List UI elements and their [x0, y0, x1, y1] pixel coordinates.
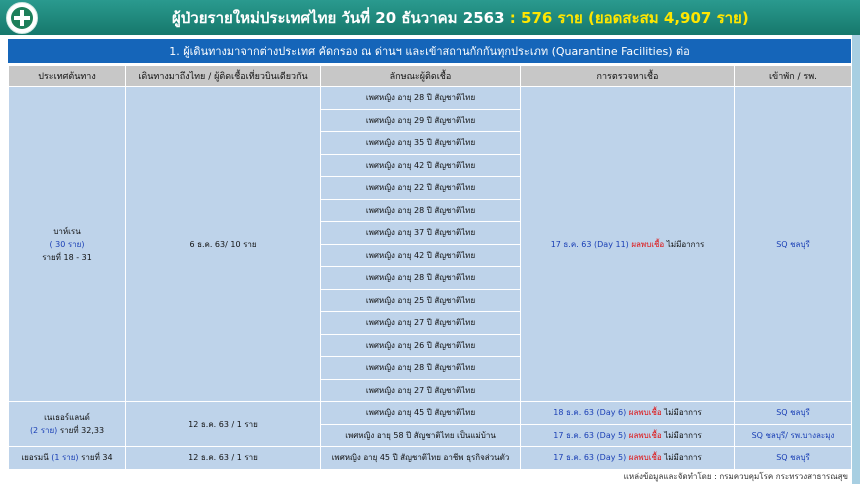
- country-cell: เยอรมนี (1 ราย) รายที่ 34: [8, 446, 126, 470]
- case-cell: เพศหญิง อายุ 25 ปี สัญชาติไทย: [320, 288, 521, 312]
- case-range: รายที่ 18 - 31: [42, 252, 92, 262]
- case-range: รายที่ 32,33: [59, 426, 105, 435]
- case-cell: เพศหญิง อายุ 42 ปี สัญชาติไทย: [320, 153, 521, 177]
- country-count: (1 ราย): [51, 453, 79, 463]
- table-row: บาห์เรน ( 30 ราย) รายที่ 18 - 31 6 ธ.ค. 63/…: [8, 86, 852, 402]
- case-cell: เพศหญิง อายุ 37 ปี สัญชาติไทย: [320, 221, 521, 245]
- country-name: บาห์เรน: [53, 226, 81, 236]
- source-footer: แหล่งข้อมูลและจัดทำโดย : กรมควบคุมโรค กร…: [623, 472, 848, 481]
- page-title: ผู้ป่วยรายใหม่ประเทศไทย วันที่ 20 ธันวาค…: [172, 6, 749, 30]
- case-cell: เพศหญิง อายุ 28 ปี สัญชาติไทย: [320, 356, 521, 380]
- table-row: เนเธอร์แลนด์ (2 ราย) รายที่ 32,33 12 ธ.ค. …: [8, 401, 852, 447]
- section-subtitle: 1. ผู้เดินทางมาจากต่างประเทศ คัดกรอง ณ ด…: [8, 39, 851, 63]
- facility-cell: SQ ชลบุรี: [734, 86, 852, 402]
- case-range: รายที่ 34: [81, 453, 113, 463]
- title-highlight: : 576 ราย (ยอดสะสม 4,907 ราย): [509, 9, 749, 27]
- case-cell: เพศหญิง อายุ 29 ปี สัญชาติไทย: [320, 108, 521, 132]
- country-count: ( 30 ราย): [49, 239, 85, 249]
- case-cell: เพศหญิง อายุ 45 ปี สัญชาติไทย: [320, 401, 521, 425]
- country-cell: เนเธอร์แลนด์ (2 ราย) รายที่ 32,33: [8, 401, 126, 447]
- test-result: ผลพบเชื้อ: [628, 408, 662, 418]
- arrival-cell: 6 ธ.ค. 63/ 10 ราย: [125, 86, 321, 402]
- col-header-country: ประเทศต้นทาง: [8, 65, 126, 87]
- col-header-case: ลักษณะผู้ติดเชื้อ: [320, 65, 521, 87]
- test-result-cell: 17 ธ.ค. 63 (Day 5) ผลพบเชื้อ ไม่มีอาการ: [520, 446, 735, 470]
- case-cell: เพศหญิง อายุ 45 ปี สัญชาติไทย อาชีพ ธุรก…: [320, 446, 521, 470]
- col-header-arrival: เดินทางมาถึงไทย / ผู้ติดเชื้อเที่ยวบินเด…: [125, 65, 321, 87]
- case-cell: เพศหญิง อายุ 27 ปี สัญชาติไทย: [320, 311, 521, 335]
- case-cell: เพศหญิง อายุ 27 ปี สัญชาติไทย: [320, 378, 521, 402]
- case-cell: เพศหญิง อายุ 42 ปี สัญชาติไทย: [320, 243, 521, 267]
- col-header-facility: เข้าพัก / รพ.: [734, 65, 852, 87]
- case-cell: เพศหญิง อายุ 26 ปี สัญชาติไทย: [320, 333, 521, 357]
- country-count: (2 ราย): [29, 426, 58, 435]
- test-date: 17 ธ.ค. 63 (Day 5): [553, 430, 627, 440]
- country-cell: บาห์เรน ( 30 ราย) รายที่ 18 - 31: [8, 86, 126, 402]
- test-date: 17 ธ.ค. 63 (Day 11): [550, 239, 629, 249]
- test-date: 18 ธ.ค. 63 (Day 6): [553, 408, 627, 418]
- facility-cell: SQ ชลบุรี/ รพ.บางละมุง: [734, 423, 852, 447]
- country-name: เนเธอร์แลนด์: [44, 413, 90, 422]
- case-cell: เพศหญิง อายุ 28 ปี สัญชาติไทย: [320, 198, 521, 222]
- header-bar: ผู้ป่วยรายใหม่ประเทศไทย วันที่ 20 ธันวาค…: [0, 0, 860, 35]
- side-strip: [852, 35, 860, 484]
- case-cell: เพศหญิง อายุ 58 ปี สัญชาติไทย เป็นแม่บ้า…: [320, 423, 521, 447]
- facility-cell: SQ ชลบุรี: [734, 446, 852, 470]
- case-cell: เพศหญิง อายุ 22 ปี สัญชาติไทย: [320, 176, 521, 200]
- arrival-cell: 12 ธ.ค. 63 / 1 ราย: [125, 401, 321, 447]
- test-date: 17 ธ.ค. 63 (Day 5): [553, 453, 627, 463]
- case-cell: เพศหญิง อายุ 28 ปี สัญชาติไทย: [320, 86, 521, 110]
- symptom: ไม่มีอาการ: [666, 239, 705, 249]
- col-header-test: การตรวจหาเชื้อ: [520, 65, 735, 87]
- test-result: ผลพบเชื้อ: [628, 453, 662, 463]
- arrival-cell: 12 ธ.ค. 63 / 1 ราย: [125, 446, 321, 470]
- symptom: ไม่มีอาการ: [664, 430, 702, 440]
- symptom: ไม่มีอาการ: [664, 453, 702, 463]
- test-result-cell: 18 ธ.ค. 63 (Day 6) ผลพบเชื้อ ไม่มีอาการ: [520, 401, 735, 425]
- country-name: เยอรมนี: [21, 453, 49, 463]
- table-row: เยอรมนี (1 ราย) รายที่ 34 12 ธ.ค. 63 / 1 …: [8, 446, 852, 470]
- test-result-cell: 17 ธ.ค. 63 (Day 5) ผลพบเชื้อ ไม่มีอาการ: [520, 423, 735, 447]
- cases-table: ประเทศต้นทาง เดินทางมาถึงไทย / ผู้ติดเชื…: [8, 65, 852, 470]
- cross-icon: [11, 7, 33, 29]
- test-result-cell: 17 ธ.ค. 63 (Day 11) ผลพบเชื้อ ไม่มีอาการ: [520, 86, 735, 402]
- case-cell: เพศหญิง อายุ 35 ปี สัญชาติไทย: [320, 131, 521, 155]
- test-result: ผลพบเชื้อ: [631, 239, 665, 249]
- title-main: ผู้ป่วยรายใหม่ประเทศไทย วันที่ 20 ธันวาค…: [172, 9, 505, 27]
- case-cell: เพศหญิง อายุ 28 ปี สัญชาติไทย: [320, 266, 521, 290]
- facility-cell: SQ ชลบุรี: [734, 401, 852, 425]
- ministry-logo: [6, 2, 38, 34]
- symptom: ไม่มีอาการ: [664, 408, 702, 418]
- test-result: ผลพบเชื้อ: [628, 430, 662, 440]
- table-header-row: ประเทศต้นทาง เดินทางมาถึงไทย / ผู้ติดเชื…: [8, 65, 852, 87]
